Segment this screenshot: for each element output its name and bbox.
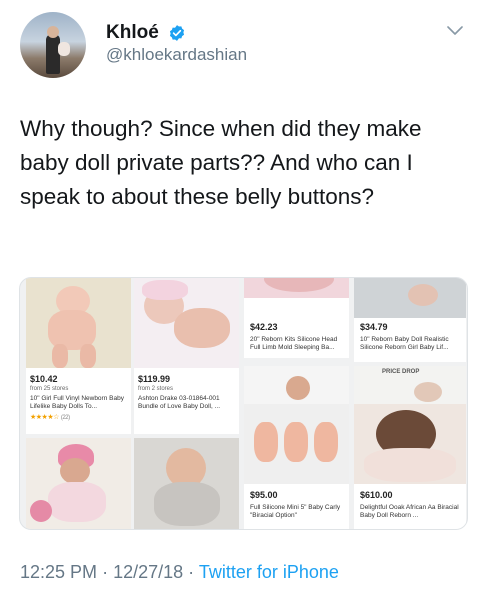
avatar-head bbox=[47, 26, 59, 38]
tweet-text: Why though? Since when did they make bab… bbox=[20, 116, 422, 209]
user-handle[interactable]: @khloekardashian bbox=[106, 45, 247, 65]
tweet-date[interactable]: 12/27/18 bbox=[113, 562, 183, 582]
product-card-4[interactable]: $34.79 10" Reborn Baby Doll Realistic Si… bbox=[354, 318, 466, 362]
product-title: Full Silicone Mini 5" Baby Carly "Biraci… bbox=[250, 504, 341, 519]
product-photo-9: PRICE DROP bbox=[354, 366, 466, 404]
product-title: Ashton Drake 03-01864-001 Bundle of Love… bbox=[138, 395, 221, 410]
product-title: 10" Reborn Baby Doll Realistic Silicone … bbox=[360, 336, 449, 351]
product-title: Delightful Ooak African Aa Biracial Baby… bbox=[360, 504, 459, 519]
tweet-timestamp: 12:25 PM · 12/27/18 · Twitter for iPhone bbox=[20, 562, 339, 583]
product-price: $610.00 bbox=[360, 490, 393, 500]
product-card-3[interactable]: $42.23 20" Reborn Kits Silicone Head Ful… bbox=[244, 298, 349, 358]
product-photo-4 bbox=[354, 278, 466, 318]
display-name[interactable]: Khloé bbox=[106, 22, 159, 44]
separator: · bbox=[188, 562, 195, 582]
product-card-2[interactable]: $119.99 from 2 stores Ashton Drake 03-01… bbox=[134, 368, 239, 434]
product-title: 20" Reborn Kits Silicone Head Full Limb … bbox=[250, 336, 338, 351]
product-photo-3 bbox=[244, 278, 349, 298]
product-photo-2 bbox=[134, 278, 239, 368]
avatar-person bbox=[46, 34, 60, 74]
product-photo-10 bbox=[354, 404, 466, 484]
rating-stars: ★★★★☆ bbox=[30, 414, 59, 421]
product-card-5[interactable]: $95.00 Full Silicone Mini 5" Baby Carly … bbox=[244, 484, 349, 529]
product-price: $10.42 bbox=[30, 374, 58, 384]
product-card-6[interactable]: $610.00 Delightful Ooak African Aa Birac… bbox=[354, 484, 466, 529]
tweet-time[interactable]: 12:25 PM bbox=[20, 562, 97, 582]
avatar[interactable] bbox=[20, 12, 86, 78]
product-price: $95.00 bbox=[250, 490, 278, 500]
product-card-1[interactable]: $10.42 from 25 stores 10" Girl Full Viny… bbox=[26, 368, 131, 434]
verified-badge-icon bbox=[169, 25, 185, 41]
product-price: $119.99 bbox=[138, 374, 171, 384]
product-photo-6 bbox=[134, 438, 239, 529]
product-store-count: from 2 stores bbox=[138, 386, 174, 392]
product-price: $42.23 bbox=[250, 322, 278, 332]
product-price: $34.79 bbox=[360, 322, 388, 332]
product-photo-8 bbox=[244, 404, 349, 484]
product-title: 10" Girl Full Vinyl Newborn Baby Lifelik… bbox=[30, 395, 124, 410]
chevron-down-icon[interactable] bbox=[447, 25, 463, 37]
product-rating: ★★★★☆ (22) bbox=[30, 413, 70, 421]
price-drop-label: PRICE DROP bbox=[382, 369, 420, 375]
product-photo-7 bbox=[244, 366, 349, 404]
product-photo-5 bbox=[26, 438, 131, 529]
tweet-source-link[interactable]: Twitter for iPhone bbox=[199, 562, 339, 582]
product-photo-1 bbox=[26, 278, 131, 368]
separator: · bbox=[102, 562, 109, 582]
avatar-baby bbox=[58, 42, 70, 56]
product-store-count: from 25 stores bbox=[30, 386, 69, 392]
tweet-media-image[interactable]: $10.42 from 25 stores 10" Girl Full Viny… bbox=[19, 277, 468, 530]
rating-count: (22) bbox=[60, 415, 70, 421]
